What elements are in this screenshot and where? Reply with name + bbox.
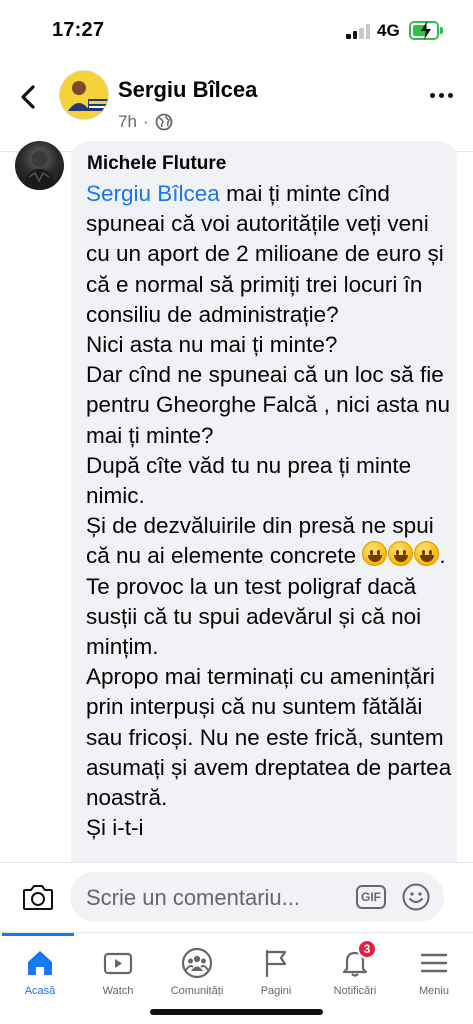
comment-text-part: Te provoc la un test poligraf dacă susți… bbox=[86, 573, 452, 841]
home-indicator bbox=[150, 1009, 323, 1015]
emoji-group bbox=[362, 541, 440, 567]
camera-button[interactable] bbox=[22, 883, 54, 911]
nav-pages-label: Pagini bbox=[260, 985, 292, 997]
nav-home-label: Acasă bbox=[24, 985, 56, 997]
comment-text-part: mai ți minte cînd spuneai că voi autorit… bbox=[86, 181, 450, 569]
commenter-avatar-image bbox=[23, 151, 56, 190]
signal-icon bbox=[346, 24, 372, 39]
comment-text-part: . bbox=[439, 543, 446, 569]
more-dot-icon bbox=[430, 92, 435, 98]
camera-icon bbox=[23, 885, 53, 910]
nav-menu-label: Meniu bbox=[419, 985, 449, 997]
chevron-left-icon bbox=[21, 85, 35, 109]
comment-text: Sergiu Bîlcea mai ți minte cînd spuneai … bbox=[86, 179, 457, 843]
comment-mention[interactable]: Sergiu Bîlcea bbox=[86, 181, 220, 206]
post-header: Sergiu Bîlcea 7h · bbox=[0, 60, 473, 152]
comment-author[interactable]: Michele Fluture bbox=[87, 153, 226, 175]
grinning-face-icon bbox=[388, 541, 414, 567]
nav-watch[interactable]: Watch bbox=[78, 939, 158, 1005]
post-meta: 7h · bbox=[118, 112, 173, 132]
more-dot-icon bbox=[439, 92, 444, 98]
groups-icon bbox=[181, 947, 213, 979]
network-label: 4G bbox=[377, 21, 400, 40]
back-button[interactable] bbox=[14, 82, 44, 112]
post-time: 7h bbox=[118, 112, 137, 131]
header-title[interactable]: Sergiu Bîlcea bbox=[118, 77, 257, 103]
status-bar: 17:27 4G bbox=[0, 0, 473, 60]
nav-menu[interactable]: Meniu bbox=[394, 939, 473, 1005]
grinning-face-icon bbox=[362, 541, 388, 567]
nav-notifications[interactable]: 3 Notificări bbox=[315, 939, 395, 1005]
comment-bubble[interactable]: Michele Fluture Sergiu Bîlcea mai ți min… bbox=[71, 141, 457, 881]
nav-home[interactable]: Acasă bbox=[0, 939, 80, 1005]
battery-cap bbox=[440, 27, 443, 34]
watch-icon bbox=[103, 952, 133, 975]
flag-icon bbox=[265, 949, 287, 978]
meta-separator: · bbox=[142, 112, 149, 131]
active-tab-indicator bbox=[2, 933, 74, 936]
comment-composer: Scrie un comentariu... GIF bbox=[0, 862, 473, 932]
status-time: 17:27 bbox=[52, 19, 105, 41]
nav-groups-label: Comunități bbox=[170, 985, 224, 997]
commenter-avatar[interactable] bbox=[15, 141, 64, 190]
profile-avatar[interactable] bbox=[59, 70, 109, 120]
more-options-button[interactable] bbox=[430, 90, 458, 100]
profile-avatar-image bbox=[60, 71, 108, 119]
nav-watch-label: Watch bbox=[102, 985, 134, 997]
more-dot-icon bbox=[448, 92, 453, 98]
gif-button[interactable]: GIF bbox=[356, 885, 386, 909]
comment-input-placeholder[interactable]: Scrie un comentariu... bbox=[86, 885, 300, 911]
battery-icon bbox=[409, 21, 439, 40]
nav-groups[interactable]: Comunități bbox=[157, 939, 237, 1005]
menu-icon bbox=[420, 953, 448, 973]
grinning-face-icon bbox=[414, 541, 440, 567]
notification-badge: 3 bbox=[357, 939, 377, 959]
emoji-button[interactable] bbox=[401, 882, 431, 912]
globe-icon bbox=[155, 113, 172, 131]
nav-pages[interactable]: Pagini bbox=[236, 939, 316, 1005]
nav-notifications-label: Notificări bbox=[333, 985, 377, 997]
home-icon bbox=[28, 951, 52, 975]
smiley-icon bbox=[402, 883, 430, 911]
